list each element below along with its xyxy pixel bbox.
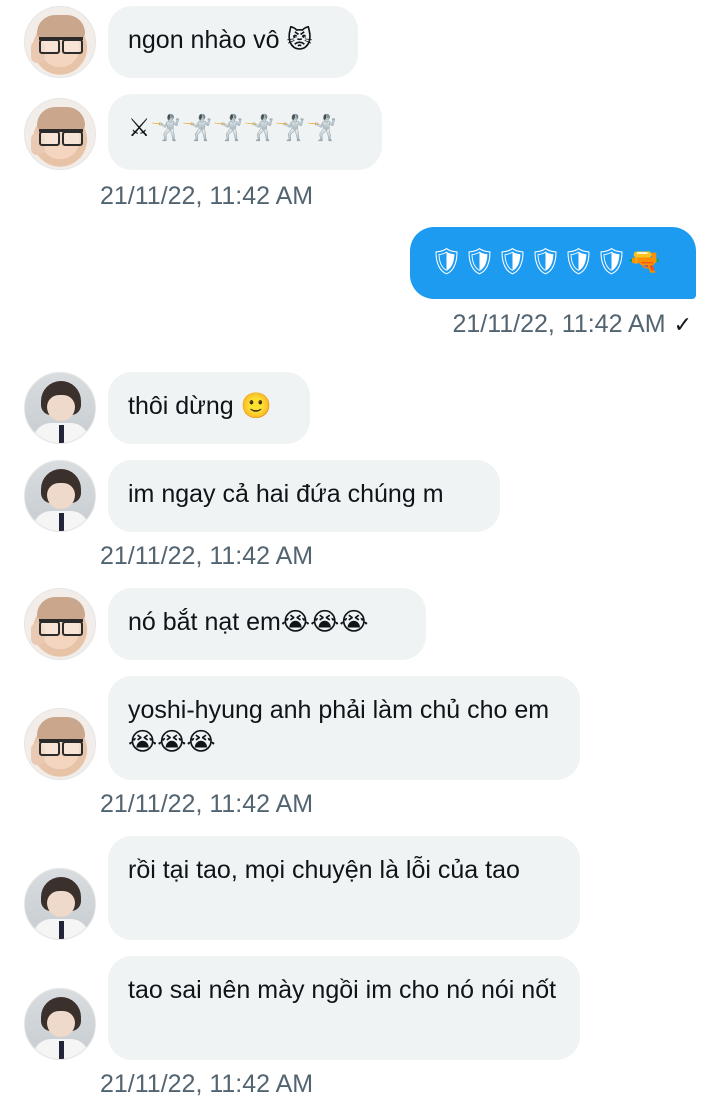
message-bubble[interactable]: thôi dừng 🙂 (108, 372, 310, 444)
message-bubble-outgoing[interactable]: 🛡🛡🛡🛡🛡🛡🔫 (410, 227, 696, 299)
timestamp-text: 21/11/22, 11:42 AM (452, 310, 666, 338)
avatar[interactable] (24, 988, 96, 1060)
message-bubble[interactable]: im ngay cả hai đứa chúng m (108, 460, 500, 532)
message-bubble[interactable]: nó bắt nạt em😭😭😭 (108, 588, 426, 660)
avatar[interactable] (24, 98, 96, 170)
timestamp: 21/11/22, 11:42 AM (100, 1070, 314, 1098)
avatar[interactable] (24, 708, 96, 780)
avatar[interactable] (24, 460, 96, 532)
avatar[interactable] (24, 588, 96, 660)
avatar[interactable] (24, 6, 96, 78)
timestamp: 21/11/22, 11:42 AM (100, 182, 314, 210)
avatar[interactable] (24, 868, 96, 940)
sent-check-icon: ✓ (673, 312, 692, 337)
timestamp: 21/11/22, 11:42 AM ✓ (452, 310, 692, 339)
message-bubble[interactable]: ngon nhào vô 😾 (108, 6, 358, 78)
avatar[interactable] (24, 372, 96, 444)
message-bubble[interactable]: yoshi-hyung anh phải làm chủ cho em 😭😭😭 (108, 676, 580, 780)
timestamp: 21/11/22, 11:42 AM (100, 542, 314, 570)
timestamp: 21/11/22, 11:42 AM (100, 790, 314, 818)
message-bubble[interactable]: tao sai nên mày ngồi im cho nó nói nốt (108, 956, 580, 1060)
message-bubble[interactable]: rồi tại tao, mọi chuyện là lỗi của tao (108, 836, 580, 940)
message-bubble[interactable]: ⚔🤺🤺🤺🤺🤺🤺 (108, 94, 382, 170)
